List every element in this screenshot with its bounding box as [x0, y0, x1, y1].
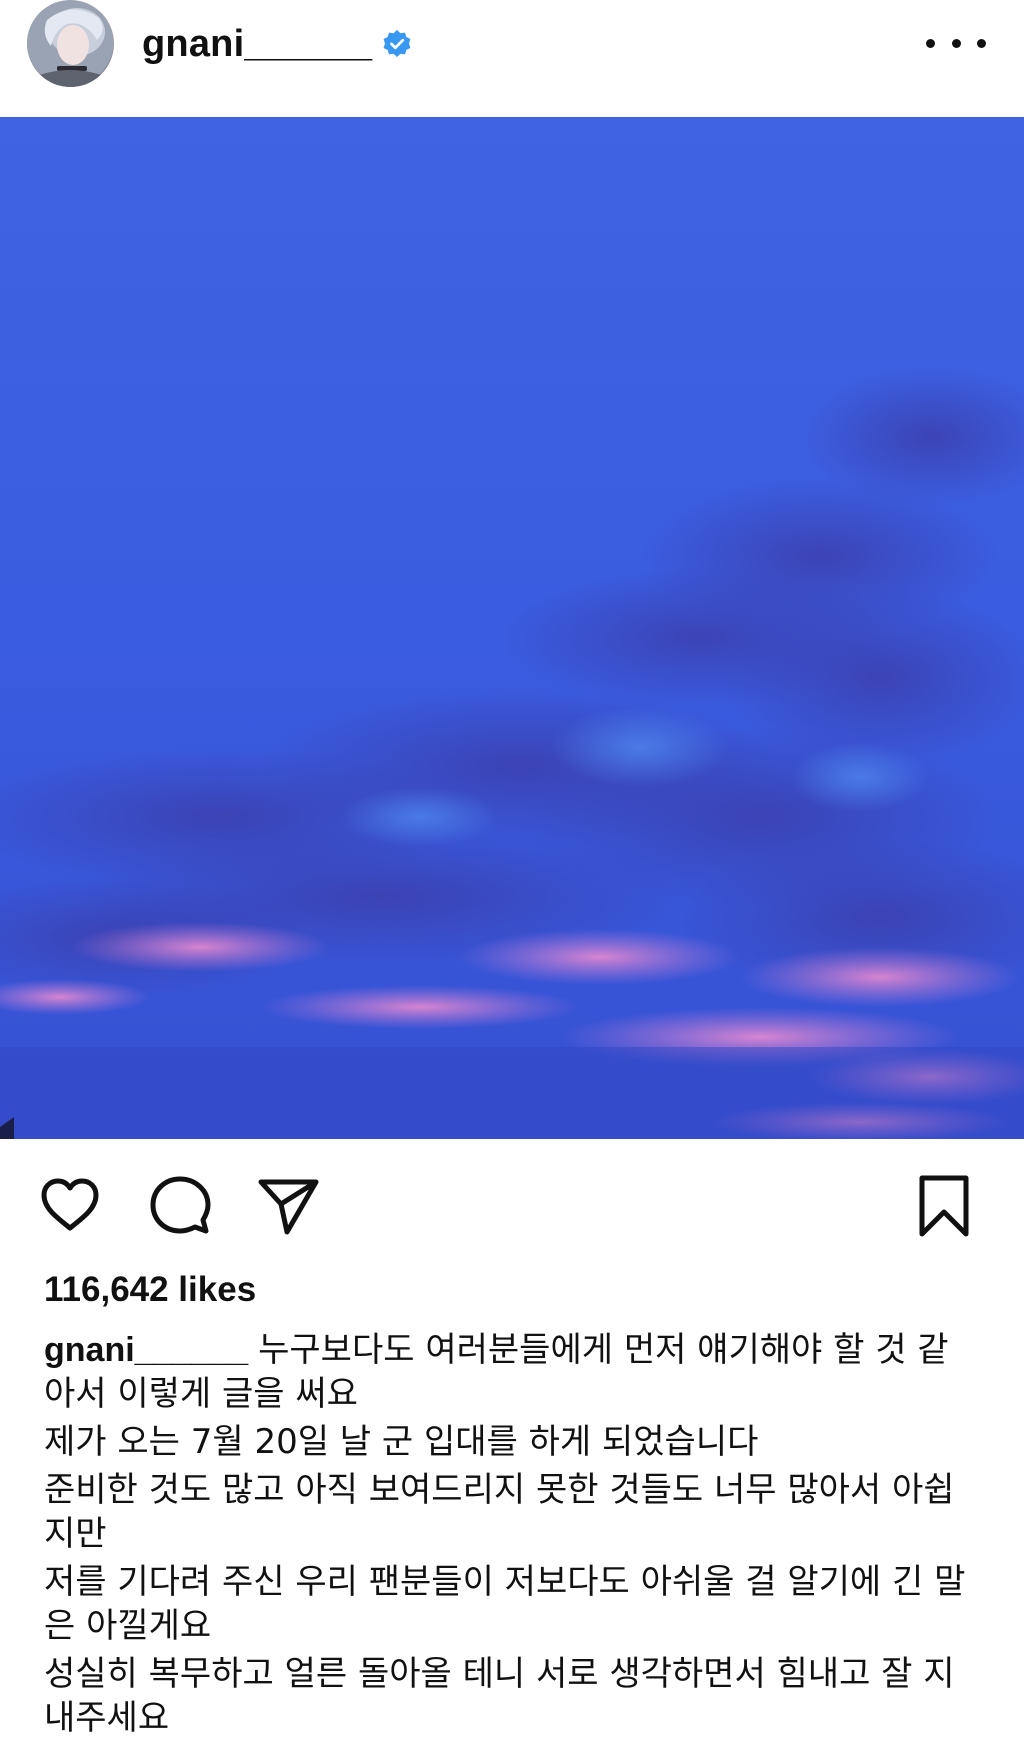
sky-photo	[0, 117, 1024, 1139]
post-photo[interactable]	[0, 117, 1024, 1139]
caption-username[interactable]: gnani______	[44, 1331, 248, 1369]
post-username[interactable]: gnani______	[142, 23, 372, 66]
caption-line-3: 준비한 것도 많고 아직 보여드리지 못한 것들도 너무 많아서 아쉽지만	[44, 1470, 955, 1554]
verified-badge-icon	[383, 30, 411, 57]
send-icon[interactable]	[256, 1174, 320, 1238]
caption-line-4: 저를 기다려 주신 우리 팬분들이 저보다도 아쉬울 걸 알기에 긴 말은 아낄…	[44, 1562, 966, 1646]
avatar[interactable]	[27, 0, 114, 87]
bookmark-icon[interactable]	[912, 1174, 976, 1238]
comment-icon[interactable]	[148, 1174, 212, 1238]
avatar-portrait	[27, 0, 114, 87]
more-options-icon[interactable]	[926, 28, 986, 58]
post-actions	[0, 1160, 1024, 1250]
caption-line-2: 제가 오는 7월 20일 날 군 입대를 하게 되었습니다	[44, 1422, 759, 1462]
likes-count[interactable]: 116,642 likes	[44, 1270, 256, 1310]
caption-line-1: gnani______ 누구보다도 여러분들에게 먼저 얘기해야 할 것 같아서 …	[44, 1330, 949, 1414]
caption-line-5: 성실히 복무하고 얼른 돌아올 테니 서로 생각하면서 힘내고 잘 지내주세요	[44, 1654, 955, 1738]
heart-icon[interactable]	[38, 1174, 102, 1238]
post-caption: gnani______ 누구보다도 여러분들에게 먼저 얘기해야 할 것 같아서 …	[44, 1328, 974, 1744]
post-header: gnani______	[0, 0, 1024, 117]
